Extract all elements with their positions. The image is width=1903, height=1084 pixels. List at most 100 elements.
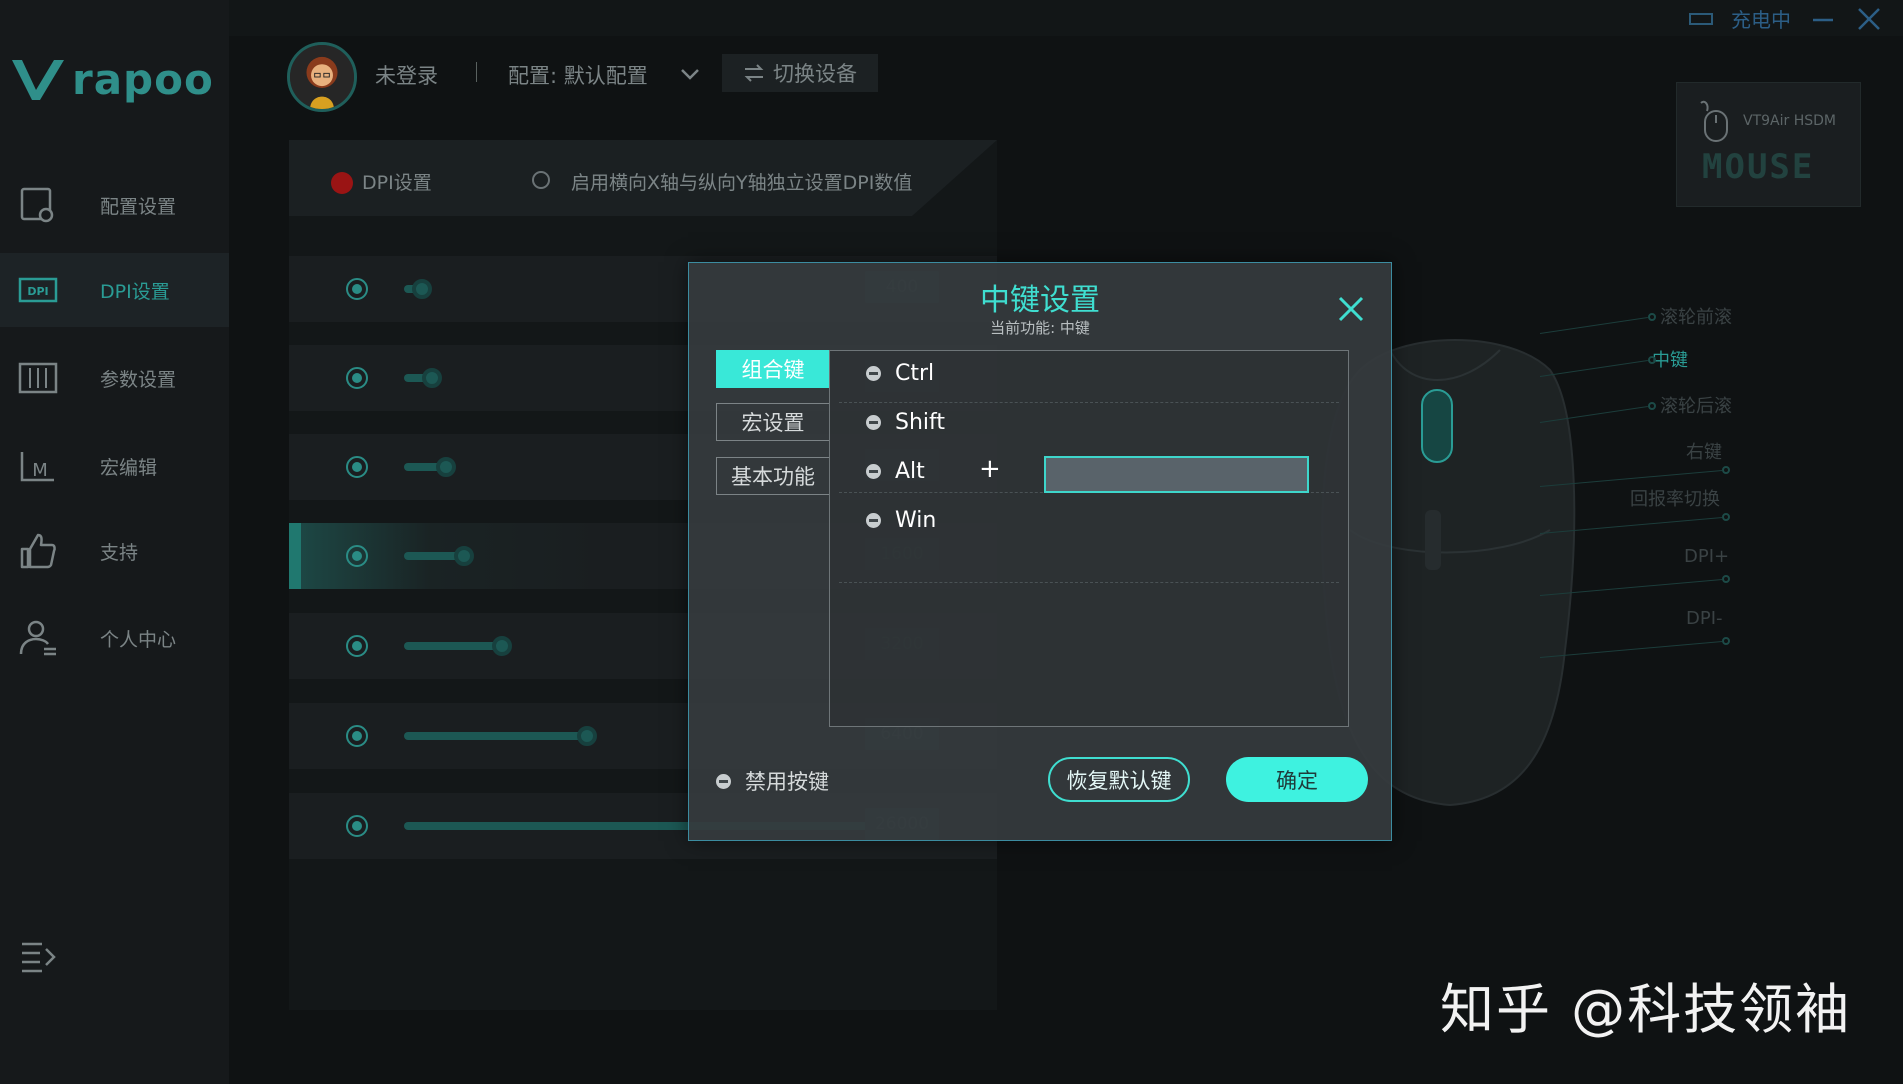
dpi-title: DPI设置 [362,172,432,194]
disable-key-option[interactable]: 禁用按键 [716,766,829,796]
header-divider [476,62,477,82]
dpi-level-radio[interactable] [346,635,368,657]
avatar-illustration-icon [290,45,354,109]
mouse-button-label[interactable]: DPI- [1686,608,1723,629]
tab-basic-functions[interactable]: 基本功能 [716,457,830,495]
mouse-button-label[interactable]: 滚轮前滚 [1660,303,1732,329]
modifier-checkbox[interactable] [866,513,881,528]
profile-settings-icon [20,187,54,223]
profile-selector[interactable]: 配置: 默认配置 [508,60,648,90]
xy-independent-radio[interactable] [532,171,550,189]
battery-icon [1689,12,1713,25]
charging-status: 充电中 [1731,8,1791,32]
dialog-title: 中键设置 [980,283,1100,318]
close-icon[interactable] [1337,295,1365,323]
modifier-checkbox[interactable] [866,464,881,479]
dpi-slider-handle[interactable] [492,636,512,656]
chevron-down-icon[interactable] [678,62,702,86]
leader-dot [1722,466,1730,474]
dpi-slider-handle[interactable] [412,279,432,299]
close-window-button[interactable] [1855,5,1883,33]
leader-line [1539,317,1649,334]
leader-dot [1722,575,1730,583]
dpi-icon: DPI [18,277,58,303]
plus-sign: + [979,454,1001,484]
sidebar-item-label: DPI设置 [100,280,170,303]
mouse-button-label[interactable]: DPI+ [1684,546,1729,567]
sidebar-item-support[interactable]: 支持 [0,514,229,588]
dpi-slider-handle[interactable] [577,726,597,746]
device-type: MOUSE [1702,147,1815,187]
dpi-level-radio[interactable] [346,278,368,300]
modifier-label: Shift [895,410,946,435]
divider [839,582,1339,583]
dpi-slider-handle[interactable] [454,546,474,566]
modifier-shift[interactable]: Shift [866,410,945,435]
device-model: VT9Air HSDM [1743,113,1836,129]
sidebar-item-label: 配置设置 [100,195,177,218]
leader-dot [1722,637,1730,645]
svg-text:M: M [32,460,48,481]
dpi-slider-handle[interactable] [422,368,442,388]
modifier-ctrl[interactable]: Ctrl [866,361,934,386]
leader-dot [1648,313,1656,321]
switch-device-button[interactable]: 切换设备 [722,54,878,92]
menu-collapse-icon[interactable] [20,940,56,974]
avatar[interactable] [287,42,357,112]
mouse-icon [1700,100,1728,142]
confirm-button[interactable]: 确定 [1226,757,1368,802]
sidebar-item-label: 宏编辑 [100,456,158,479]
dpi-slider-track[interactable] [404,552,460,560]
modifier-checkbox[interactable] [866,415,881,430]
dialog-subtitle: 当前功能: 中键 [990,319,1090,337]
leader-dot [1648,356,1656,364]
swap-arrows-icon [744,64,764,82]
restore-default-button[interactable]: 恢复默认键 [1048,757,1190,802]
brand-name: rapoo [72,55,214,104]
dpi-level-radio[interactable] [346,456,368,478]
disable-key-checkbox[interactable] [716,773,731,789]
dpi-level-radio[interactable] [346,367,368,389]
leader-dot [1648,402,1656,410]
mouse-button-label[interactable]: 中键 [1652,346,1688,372]
leader-dot [1722,513,1730,521]
sidebar-item-dpi[interactable]: DPI DPI设置 [0,253,229,327]
sidebar-item-label: 个人中心 [100,628,177,651]
modifier-alt[interactable]: Alt [866,459,925,484]
sidebar-item-label: 参数设置 [100,368,177,391]
sidebar-item-user-center[interactable]: 个人中心 [0,601,229,675]
tab-macro-settings[interactable]: 宏设置 [716,403,830,441]
switch-device-label: 切换设备 [773,62,857,86]
combo-key-panel: Ctrl Shift Alt Win [829,350,1349,727]
sidebar-item-macro-editor[interactable]: M 宏编辑 [0,429,229,503]
modifier-win[interactable]: Win [866,508,936,533]
sidebar-item-profile-settings[interactable]: 配置设置 [0,168,229,242]
sidebar-item-label: 支持 [100,541,139,564]
mouse-button-label[interactable]: 滚轮后滚 [1660,392,1732,418]
dpi-level-radio[interactable] [346,725,368,747]
minimize-button[interactable] [1809,5,1837,33]
modifier-checkbox[interactable] [866,366,881,381]
dpi-level-radio[interactable] [346,815,368,837]
key-input[interactable] [1044,456,1309,493]
dpi-slider-handle[interactable] [436,457,456,477]
modifier-label: Alt [895,459,925,484]
tab-combo-key[interactable]: 组合键 [716,350,830,388]
sidebar-item-parameter-settings[interactable]: 参数设置 [0,341,229,415]
xy-independent-label[interactable]: 启用横向X轴与纵向Y轴独立设置DPI数值 [571,168,912,195]
dpi-slider-track[interactable] [404,642,498,650]
divider [839,402,1339,403]
dpi-level-radio[interactable] [346,545,368,567]
modifier-label: Win [895,508,937,533]
thumbs-up-icon [20,533,56,569]
mouse-button-label[interactable]: 右键 [1686,438,1722,464]
mouse-button-label[interactable]: 回报率切换 [1630,485,1720,511]
modifier-label: Ctrl [895,361,935,386]
dpi-slider-track[interactable] [404,732,583,740]
title-bar: 充电中 [229,0,1903,36]
watermark: 知乎 @科技领袖 [1440,978,1852,1041]
macro-icon: M [20,452,54,482]
login-status[interactable]: 未登录 [375,60,438,90]
svg-text:DPI: DPI [27,285,48,298]
device-card[interactable]: VT9Air HSDM MOUSE [1676,82,1861,207]
